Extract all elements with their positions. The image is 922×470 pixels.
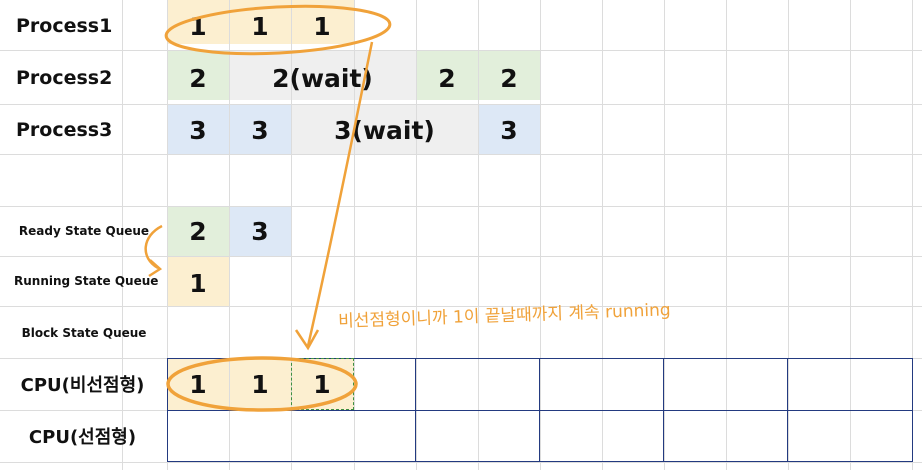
cpu-nonpreemptive-cell: 1	[313, 369, 331, 399]
process2-cell: 2	[189, 63, 207, 93]
process3-cell: 3	[500, 115, 518, 145]
grid-line	[0, 462, 922, 463]
process2-wait-cell: 2(wait)	[272, 63, 373, 93]
cpu-nonpreemptive-cell: 1	[189, 369, 207, 399]
grid-line	[0, 154, 922, 155]
cpu-nonpreemptive-label: CPU(비선점형)	[20, 375, 145, 396]
process1-cell: 1	[313, 11, 331, 41]
cpu-preemptive-label: CPU(선점형)	[28, 427, 137, 448]
process3-wait-cell: 3(wait)	[334, 115, 435, 145]
process3-cell: 3	[251, 115, 269, 145]
process1-cell: 1	[251, 11, 269, 41]
process1-label: Process1	[16, 15, 113, 37]
grid-line	[0, 256, 922, 257]
ready-queue-cell: 3	[251, 216, 269, 246]
grid-line	[0, 50, 922, 51]
process1-cell: 1	[189, 11, 207, 41]
ready-queue-label: Ready State Queue	[18, 224, 150, 238]
running-queue-cell: 1	[189, 268, 207, 298]
process3-label: Process3	[16, 119, 113, 141]
process2-cell: 2	[500, 63, 518, 93]
block-queue-label: Block State Queue	[21, 326, 147, 340]
ready-queue-cell: 2	[189, 216, 207, 246]
running-queue-label: Running State Queue	[14, 274, 159, 288]
grid-line	[0, 104, 922, 105]
process3-cell: 3	[189, 115, 207, 145]
process2-cell: 2	[438, 63, 456, 93]
process2-label: Process2	[16, 67, 113, 89]
grid-line	[0, 206, 922, 207]
cpu-row-divider	[167, 410, 913, 411]
cpu-nonpreemptive-cell: 1	[251, 369, 269, 399]
